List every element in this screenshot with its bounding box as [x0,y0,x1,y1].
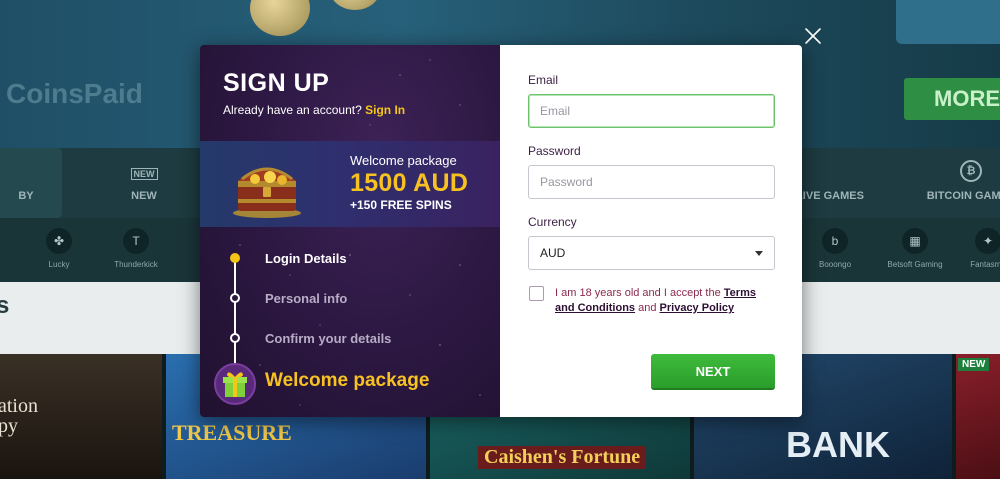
step-label: Personal info [265,290,348,306]
game-tile[interactable]: NEW [956,354,1000,479]
signup-modal: SIGN UP Already have an account? Sign In… [200,45,802,417]
category-tab-live-games[interactable]: LIVE GAMES [790,148,870,218]
coinspaid-logo-text: CoinsPaid [6,78,143,109]
chevron-down-icon [755,250,763,256]
new-badge: NEW [958,358,990,371]
step-dot [230,333,240,343]
category-label: BY [18,190,34,202]
provider-item[interactable]: b Booongo [800,228,870,269]
account-prompt-text: Already have an account? [223,103,362,117]
terms-prefix: I am 18 years old and I accept the [555,287,721,299]
welcome-package-title: Welcome package [265,370,430,391]
category-label: LIVE GAMES [796,190,864,202]
step-personal-info: Personal info [230,291,347,306]
provider-logo-icon: ✦ [975,228,1000,254]
coin-image [250,0,310,36]
provider-item[interactable]: T Thunderkick [101,228,171,269]
account-prompt: Already have an account? Sign In [223,103,405,117]
step-confirm-details: Confirm your details [230,331,391,346]
provider-label: Booongo [818,260,852,269]
category-tab-new[interactable]: NEW NEW [110,148,178,218]
step-label: Confirm your details [265,330,392,346]
section-title: s [0,292,10,319]
provider-label: Betsoft Gaming [887,260,943,269]
game-title: BANK [786,424,890,465]
promo-amount: 1500 AUD [350,169,469,197]
welcome-package-banner: Welcome package 1500 AUD +150 FREE SPINS [200,141,500,227]
step-dot [230,293,240,303]
category-tab-bitcoin-games[interactable]: ₿ BITCOIN GAMES [926,148,1000,218]
game-title: Caishen's Fortune [478,446,647,469]
step-login-details: Login Details [230,251,347,266]
new-icon: NEW [130,168,158,180]
promo-spins: +150 FREE SPINS [350,198,452,212]
step-label: Login Details [265,250,347,266]
signup-form: Email Password Currency AUD I am 18 year… [500,45,802,417]
more-button[interactable]: MORE [904,78,1000,120]
provider-label: Lucky [48,260,70,269]
treasure-chest-icon [233,167,301,218]
banner-card [896,0,1000,44]
gift-icon [214,363,256,405]
next-button[interactable]: NEXT [651,354,775,388]
game-tile[interactable]: ation py [0,354,162,479]
coin-image [330,0,380,10]
password-label: Password [528,144,581,158]
signup-info-panel: SIGN UP Already have an account? Sign In… [200,45,500,417]
terms-text: I am 18 years old and I accept the Terms… [555,286,770,316]
currency-label: Currency [528,215,577,229]
close-modal-button[interactable] [803,26,823,46]
close-icon [805,28,821,44]
email-label: Email [528,73,559,87]
signup-title: SIGN UP [223,69,330,97]
promo-label: Welcome package [350,153,457,168]
currency-select[interactable]: AUD [528,236,775,270]
bitcoin-icon: ₿ [960,160,982,182]
provider-logo-icon: ▦ [902,228,928,254]
step-dot-active [230,253,240,263]
category-label: BITCOIN GAMES [926,190,1000,202]
game-title: TREASURE [172,420,292,445]
star-pattern [239,59,481,406]
provider-item[interactable]: ✤ Lucky [24,228,94,269]
category-tab[interactable]: BY [0,148,62,218]
signin-link[interactable]: Sign In [365,103,405,117]
provider-logo-icon: b [822,228,848,254]
provider-label: Thunderkick [114,260,158,269]
terms-and: and [638,302,657,314]
privacy-link[interactable]: Privacy Policy [660,302,735,314]
email-field[interactable] [528,94,775,128]
provider-item[interactable]: ▦ Betsoft Gaming [880,228,950,269]
currency-value: AUD [540,246,566,260]
password-field[interactable] [528,165,775,199]
category-label: NEW [131,190,157,202]
provider-logo-icon: T [123,228,149,254]
game-title: ation py [0,395,38,437]
step-connector [234,258,236,370]
terms-checkbox[interactable] [529,286,544,301]
provider-label: Fantasma [970,260,1000,269]
provider-logo-icon: ✤ [46,228,72,254]
provider-item[interactable]: ✦ Fantasma [953,228,1000,269]
